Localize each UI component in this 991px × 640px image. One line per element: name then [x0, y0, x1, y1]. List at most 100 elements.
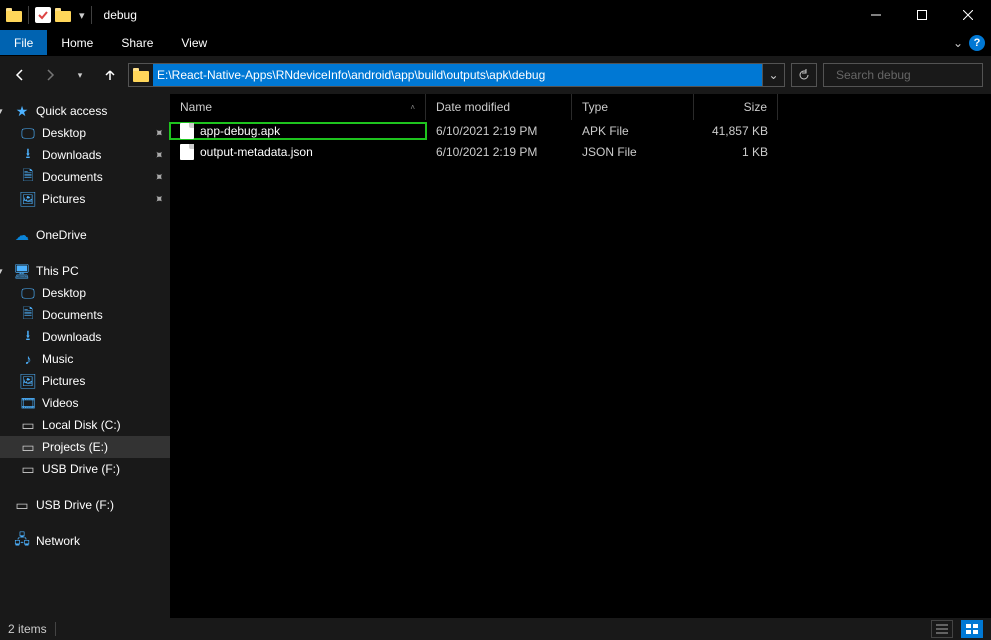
file-type: APK File [572, 124, 694, 138]
maximize-button[interactable] [899, 0, 945, 30]
file-date: 6/10/2021 2:19 PM [426, 124, 572, 138]
file-row[interactable]: output-metadata.json6/10/2021 2:19 PMJSO… [170, 141, 991, 162]
refresh-button[interactable] [791, 63, 817, 87]
videos-icon: 🎞 [20, 395, 36, 411]
sidebar-item-label: Desktop [42, 286, 86, 300]
sidebar-onedrive[interactable]: ▸ ☁ OneDrive [0, 224, 170, 246]
pin-icon: ✦ [150, 146, 167, 163]
status-bar: 2 items [0, 618, 991, 640]
sidebar-item[interactable]: 🖵 Desktop ✦ [0, 122, 170, 144]
usb-icon: ▭ [20, 461, 36, 477]
nav-bar: ▾ E:\React-Native-Apps\RNdeviceInfo\andr… [0, 56, 991, 94]
sidebar-onedrive-label: OneDrive [36, 228, 87, 242]
sidebar-item-label: Desktop [42, 126, 86, 140]
file-row[interactable]: app-debug.apk6/10/2021 2:19 PMAPK File41… [170, 120, 991, 141]
search-box[interactable] [823, 63, 983, 87]
network-icon: 🖧 [14, 533, 30, 549]
up-button[interactable] [98, 63, 122, 87]
pin-icon: ✦ [150, 124, 167, 141]
recent-dropdown-icon[interactable]: ▾ [68, 63, 92, 87]
sidebar-item[interactable]: ▭ USB Drive (F:) [0, 458, 170, 480]
sidebar-item-label: Downloads [42, 148, 101, 162]
nav-pane: ▾ ★ Quick access 🖵Desktop✦⭳Downloads✦🗎Do… [0, 94, 170, 618]
sort-indicator-icon: ˄ [410, 103, 415, 112]
tab-share[interactable]: Share [107, 30, 167, 55]
desktop-icon: 🖵 [20, 125, 36, 141]
cloud-icon: ☁ [14, 227, 30, 243]
downloads-icon: ⭳ [20, 329, 36, 345]
window-title: debug [104, 8, 137, 22]
sidebar-quick-access[interactable]: ▾ ★ Quick access [0, 100, 170, 122]
minimize-button[interactable] [853, 0, 899, 30]
pictures-icon: 🖼 [20, 191, 36, 207]
sidebar-usb-drive[interactable]: ▸ ▭ USB Drive (F:) [0, 494, 170, 516]
drive-icon: ▭ [20, 417, 36, 433]
column-name[interactable]: Name ˄ [170, 94, 426, 120]
qat-newfolder-icon[interactable] [55, 8, 71, 22]
file-list: Name ˄ Date modified Type Size app-debug… [170, 94, 991, 618]
address-dropdown-icon[interactable]: ⌄ [762, 64, 784, 86]
sidebar-item[interactable]: ▭ Local Disk (C:) [0, 414, 170, 436]
desktop-icon: 🖵 [20, 285, 36, 301]
folder-icon [133, 68, 149, 82]
sidebar-item[interactable]: 🎞Videos [0, 392, 170, 414]
sidebar-network[interactable]: ▸ 🖧 Network [0, 530, 170, 552]
sidebar-item-label: Pictures [42, 192, 85, 206]
chevron-down-icon[interactable]: ▾ [0, 106, 6, 117]
sidebar-item-label: USB Drive (F:) [42, 462, 120, 476]
pin-icon: ✦ [150, 168, 167, 185]
sidebar-this-pc[interactable]: ▾ 🖥 This PC [0, 260, 170, 282]
title-bar: ▾ debug [0, 0, 991, 30]
documents-icon: 🗎 [20, 307, 36, 323]
sidebar-item[interactable]: ⭳ Downloads ✦ [0, 144, 170, 166]
sidebar-item-label: Music [42, 352, 73, 366]
sidebar-item[interactable]: ▭Projects (E:) [0, 436, 170, 458]
search-input[interactable] [836, 68, 991, 82]
ribbon-expand-icon[interactable]: ⌄ [953, 36, 963, 50]
file-type: JSON File [572, 145, 694, 159]
close-button[interactable] [945, 0, 991, 30]
file-name: output-metadata.json [200, 145, 313, 159]
chevron-down-icon[interactable]: ▾ [0, 266, 6, 277]
sidebar-item[interactable]: 🖵 Desktop [0, 282, 170, 304]
sidebar-quick-access-label: Quick access [36, 104, 107, 118]
view-large-icons-button[interactable] [961, 620, 983, 638]
qat-properties-icon[interactable] [35, 7, 51, 23]
sidebar-item-label: Local Disk (C:) [42, 418, 121, 432]
file-size: 41,857 KB [694, 124, 778, 138]
address-bar[interactable]: E:\React-Native-Apps\RNdeviceInfo\androi… [128, 63, 785, 87]
back-button[interactable] [8, 63, 32, 87]
pictures-icon: 🖼 [20, 373, 36, 389]
column-headers: Name ˄ Date modified Type Size [170, 94, 991, 120]
column-size[interactable]: Size [694, 94, 778, 120]
documents-icon: 🗎 [20, 169, 36, 185]
tab-view[interactable]: View [167, 30, 221, 55]
column-type[interactable]: Type [572, 94, 694, 120]
help-icon[interactable]: ? [969, 35, 985, 51]
column-date[interactable]: Date modified [426, 94, 572, 120]
sidebar-item-label: Documents [42, 308, 103, 322]
sidebar-item[interactable]: 🖼 Pictures [0, 370, 170, 392]
sidebar-item-label: Projects (E:) [42, 440, 108, 454]
tab-home[interactable]: Home [47, 30, 107, 55]
view-details-button[interactable] [931, 620, 953, 638]
file-icon [180, 123, 194, 139]
qat-customize-icon[interactable]: ▾ [79, 9, 85, 22]
sidebar-this-pc-label: This PC [36, 264, 79, 278]
tab-file[interactable]: File [0, 30, 47, 55]
downloads-icon: ⭳ [20, 147, 36, 163]
sidebar-item[interactable]: 🗎 Documents ✦ [0, 166, 170, 188]
star-icon: ★ [14, 103, 30, 119]
sidebar-item[interactable]: ⭳Downloads [0, 326, 170, 348]
sidebar-item-label: Pictures [42, 374, 85, 388]
sidebar-item[interactable]: 🖼 Pictures ✦ [0, 188, 170, 210]
sidebar-item-label: Documents [42, 170, 103, 184]
usb-icon: ▭ [14, 497, 30, 513]
forward-button[interactable] [38, 63, 62, 87]
sidebar-item[interactable]: 🗎 Documents [0, 304, 170, 326]
sidebar-item[interactable]: ♪Music [0, 348, 170, 370]
address-path[interactable]: E:\React-Native-Apps\RNdeviceInfo\androi… [153, 64, 762, 86]
status-item-count: 2 items [8, 622, 47, 636]
monitor-icon: 🖥 [14, 263, 30, 279]
pin-icon: ✦ [150, 190, 167, 207]
